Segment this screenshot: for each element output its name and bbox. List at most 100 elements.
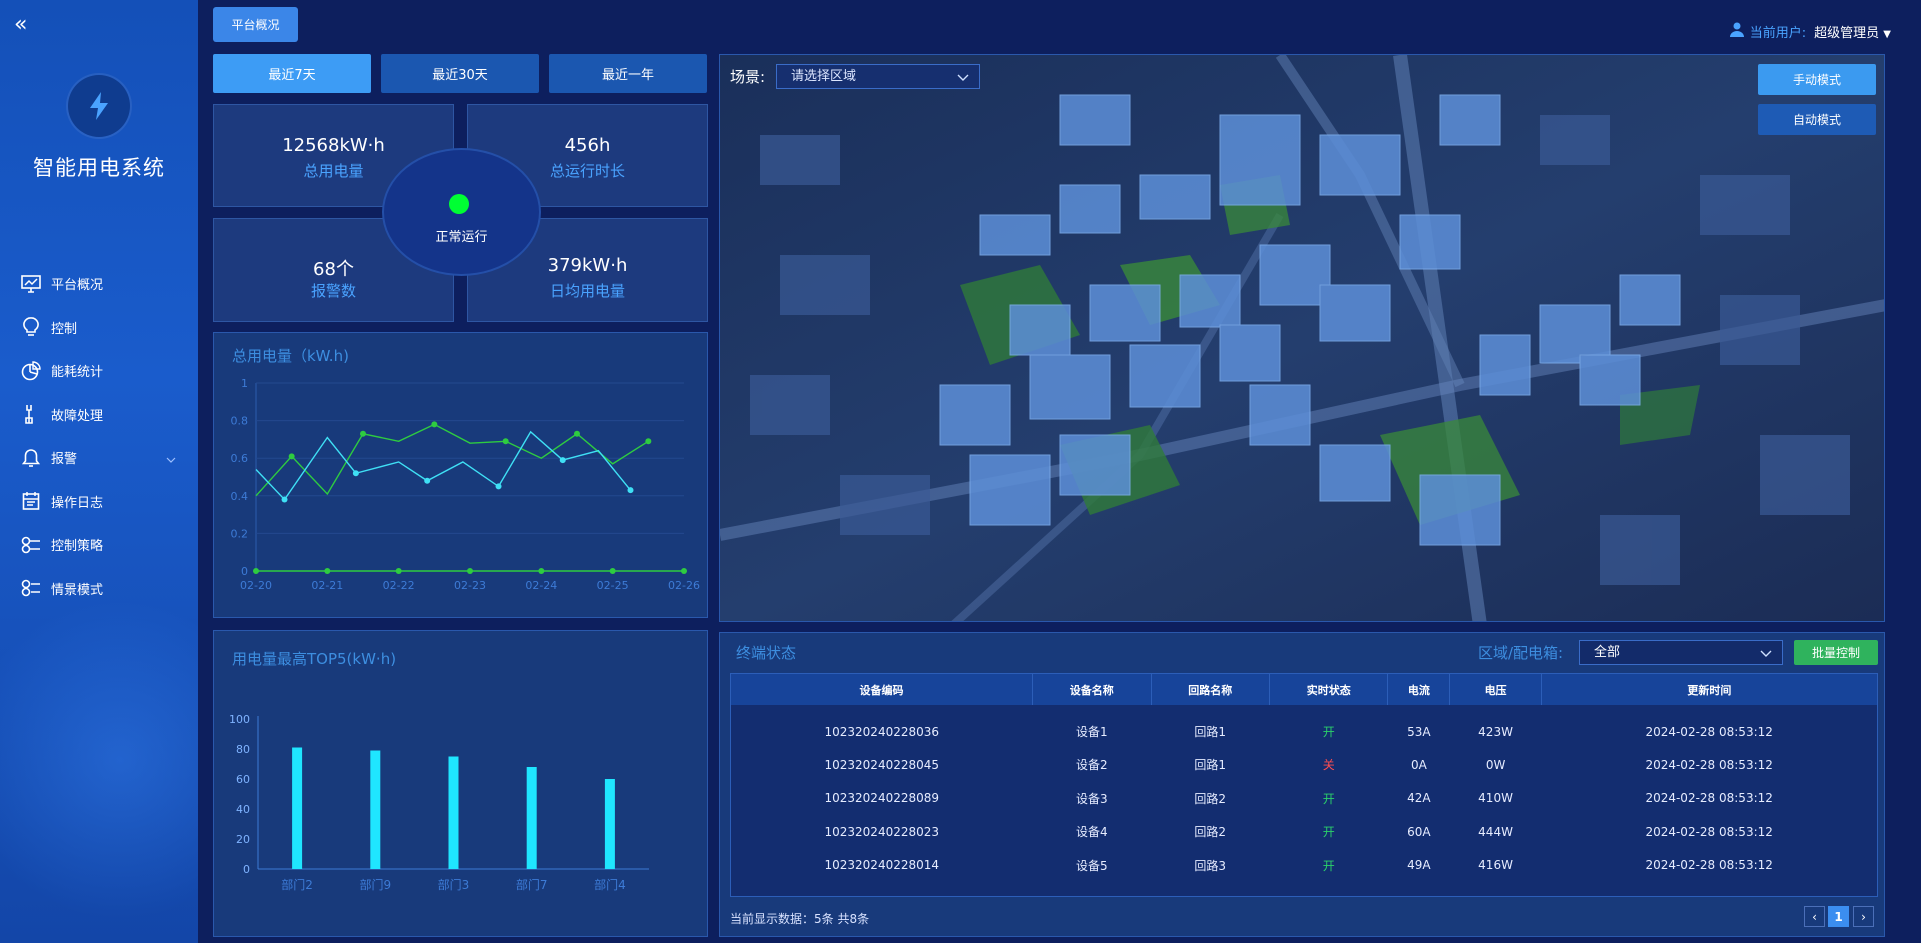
bulb-icon	[20, 316, 42, 338]
y-tick-label: 20	[236, 833, 250, 846]
x-tick-label: 部门9	[359, 877, 391, 892]
data-point	[431, 421, 438, 428]
terminal-status-panel: 终端状态 区域/配电箱: 全部 批量控制 设备编码 设备名称 回路名称 实时状态…	[719, 632, 1885, 937]
y-tick-label: 80	[236, 743, 250, 756]
table-cell: 设备2	[1075, 758, 1108, 773]
sidebar-item-strategy[interactable]: 控制策略	[0, 523, 198, 567]
page-1-button[interactable]: 1	[1828, 906, 1849, 927]
data-point	[538, 568, 545, 574]
table-cell: 开	[1322, 858, 1335, 873]
table-cell: 开	[1322, 825, 1335, 840]
next-page-button[interactable]: ›	[1853, 906, 1874, 927]
table-cell: 2024-02-28 08:53:12	[1645, 824, 1773, 839]
prev-page-button[interactable]: ‹	[1804, 906, 1825, 927]
table-cell: 102320240228045	[824, 757, 940, 772]
x-tick-label: 02-21	[311, 579, 343, 592]
table-cell: 42A	[1407, 791, 1431, 806]
table-cell: 423W	[1478, 724, 1513, 739]
status-indicator-dot	[449, 194, 469, 214]
collapse-icon[interactable]: «	[14, 12, 27, 37]
sidebar-item-label: 报警	[51, 452, 78, 468]
city-3d-map[interactable]: 场景: 请选择区域 手动模式 自动模式	[719, 54, 1885, 622]
status-text: 正常运行	[435, 230, 488, 245]
bell-icon	[20, 447, 42, 469]
chevron-down-icon	[957, 67, 969, 90]
data-point	[502, 438, 509, 445]
sidebar-item-label: 能耗统计	[51, 365, 104, 381]
col-device-code: 设备编码	[731, 674, 1034, 705]
data-point	[681, 568, 687, 574]
y-tick-label: 100	[229, 713, 250, 726]
auto-mode-button[interactable]: 自动模式	[1758, 104, 1876, 135]
user-name-dropdown[interactable]: 超级管理员 ▼	[1814, 22, 1891, 41]
batch-control-button[interactable]: 批量控制	[1794, 640, 1878, 665]
sidebar-item-scene[interactable]: 情景模式	[0, 567, 198, 611]
calendar-icon	[20, 490, 42, 512]
col-status: 实时状态	[1269, 674, 1389, 705]
table-cell: 回路2	[1194, 825, 1227, 840]
sidebar-item-energy-stats[interactable]: 能耗统计	[0, 349, 198, 393]
sidebar-item-alarm[interactable]: 报警	[0, 436, 198, 480]
area-select-value: 全部	[1594, 645, 1621, 660]
scene-label: 场景:	[730, 68, 766, 86]
manual-mode-button[interactable]: 手动模式	[1758, 64, 1876, 95]
stat-value: 12568kW·h	[282, 135, 385, 156]
chevron-down-icon	[1760, 643, 1772, 666]
sidebar-item-fault[interactable]: 故障处理	[0, 393, 198, 437]
y-tick-label: 40	[236, 803, 250, 816]
table-cell: 开	[1322, 725, 1335, 739]
y-tick-label: 0.6	[231, 452, 249, 465]
x-tick-label: 02-22	[383, 579, 415, 592]
table-cell: 回路1	[1194, 725, 1227, 739]
period-7days-button[interactable]: 最近7天	[213, 54, 371, 93]
bar	[448, 756, 459, 869]
data-point	[395, 568, 402, 574]
stat-label: 日均用电量	[549, 282, 625, 300]
table-row: 102320240228045 设备2 回路1 关 0A 0W 2024-02-28 08:…	[731, 748, 1877, 782]
table-row: 102320240228089 设备3 回路2 开 42A 410W 2024-02-28 …	[731, 782, 1877, 816]
data-point	[281, 496, 288, 503]
data-point	[495, 483, 502, 490]
data-point	[645, 438, 652, 445]
user-icon	[1729, 22, 1744, 41]
bar	[604, 779, 615, 869]
bar-chart: 0 20 40 60 80 100 部门2 部门9 部门3 部门7 部门4	[229, 713, 649, 892]
period-30days-button[interactable]: 最近30天	[381, 54, 539, 93]
series-line	[255, 430, 632, 501]
terminal-table: 设备编码 设备名称 回路名称 实时状态 电流 电压 更新时间 102320240…	[730, 673, 1878, 897]
chevron-down-icon	[166, 452, 176, 467]
stat-value: 456h	[564, 135, 611, 156]
table-row: 102320240228023 设备4 回路2 开 60A 444W 2024-02-28 …	[731, 815, 1877, 849]
table-cell: 49A	[1407, 858, 1431, 873]
x-tick-label: 02-24	[525, 579, 557, 592]
bar-chart-panel: 用电量最高TOP5(kW·h) 0 20 40 60 80 100 部门2 部门9 部门3 部门7…	[213, 630, 708, 937]
data-point	[352, 470, 359, 477]
user-name: 超级管理员	[1814, 26, 1880, 41]
period-year-button[interactable]: 最近一年	[549, 54, 707, 93]
area-label: 区域/配电箱:	[1478, 644, 1564, 662]
scene-select[interactable]: 请选择区域	[776, 64, 980, 89]
area-select[interactable]: 全部	[1579, 640, 1783, 665]
terminal-title: 终端状态	[736, 644, 797, 662]
table-cell: 0A	[1410, 757, 1427, 772]
data-point	[574, 430, 580, 437]
table-cell: 设备3	[1075, 791, 1108, 806]
wrench-icon	[20, 403, 42, 425]
current-user-label: 当前用户:	[1749, 26, 1807, 41]
table-cell: 102320240228036	[824, 724, 940, 739]
sidebar-item-control[interactable]: 控制	[0, 306, 198, 350]
data-point	[288, 453, 295, 460]
data-point	[360, 430, 366, 437]
bar	[526, 767, 537, 869]
sidebar-item-label: 控制	[51, 321, 78, 337]
sidebar-item-oplog[interactable]: 操作日志	[0, 480, 198, 524]
col-voltage: 电压	[1449, 674, 1542, 705]
tab-overview[interactable]: 平台概况	[213, 7, 298, 42]
sidebar-item-overview[interactable]: 平台概况	[0, 262, 198, 306]
strategy-icon	[20, 534, 42, 556]
table-cell: 416W	[1478, 858, 1513, 873]
sidebar-item-label: 故障处理	[51, 408, 104, 424]
table-cell: 开	[1322, 791, 1335, 806]
col-circuit-name: 回路名称	[1151, 674, 1270, 705]
table-cell: 53A	[1407, 724, 1431, 739]
